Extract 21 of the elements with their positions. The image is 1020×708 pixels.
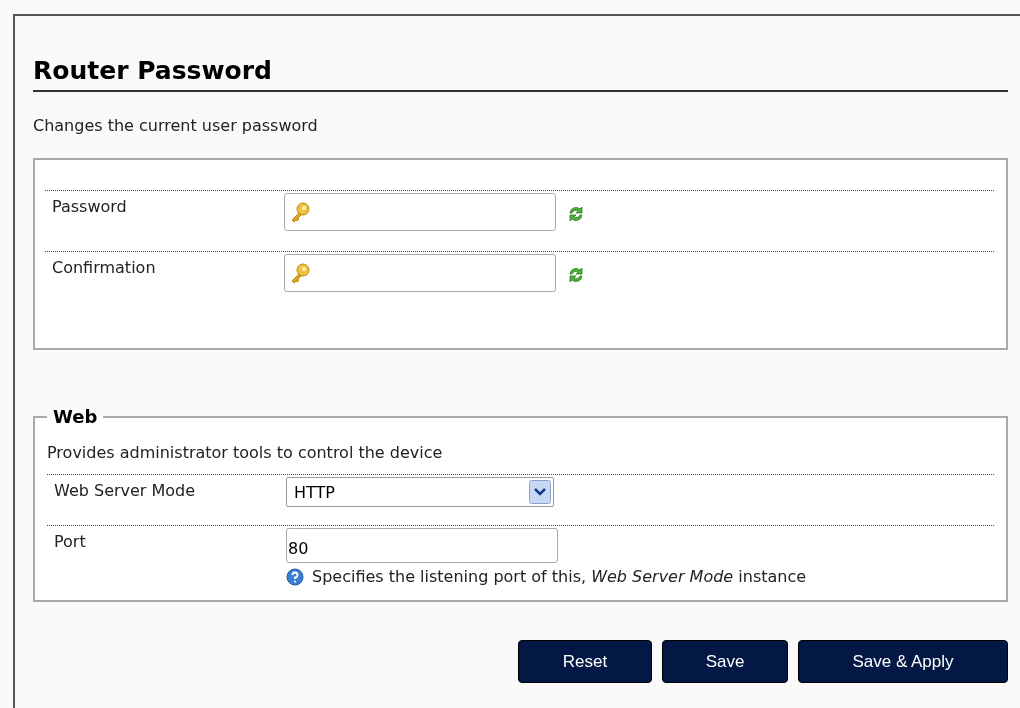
field-label: Web Server Mode [54,480,197,500]
action-button[interactable]: Save [662,640,788,683]
port-field[interactable]: 80 [286,528,558,563]
key-icon [289,262,311,284]
page-description: Changes the current user password [33,116,319,135]
section-legend: Web [47,406,104,427]
refresh-icon[interactable] [568,205,584,223]
field-label: Confirmation [52,257,157,277]
password-field[interactable] [284,193,556,231]
section-description: Provides administrator tools to control the device [47,443,444,462]
field-label: Password [52,196,128,216]
mode-dropdown[interactable]: HTTP [286,477,554,507]
refresh-icon[interactable] [568,266,584,284]
help-text: Specifies the listening port of this, Web Server Mode instance [312,567,807,586]
field-label: Port [54,531,87,551]
page-title: Router Password [33,54,1008,92]
help-icon [286,567,304,586]
password-field[interactable] [284,254,556,292]
action-button[interactable]: Save & Apply [798,640,1008,683]
action-button[interactable]: Reset [518,640,652,683]
key-icon [289,201,311,223]
